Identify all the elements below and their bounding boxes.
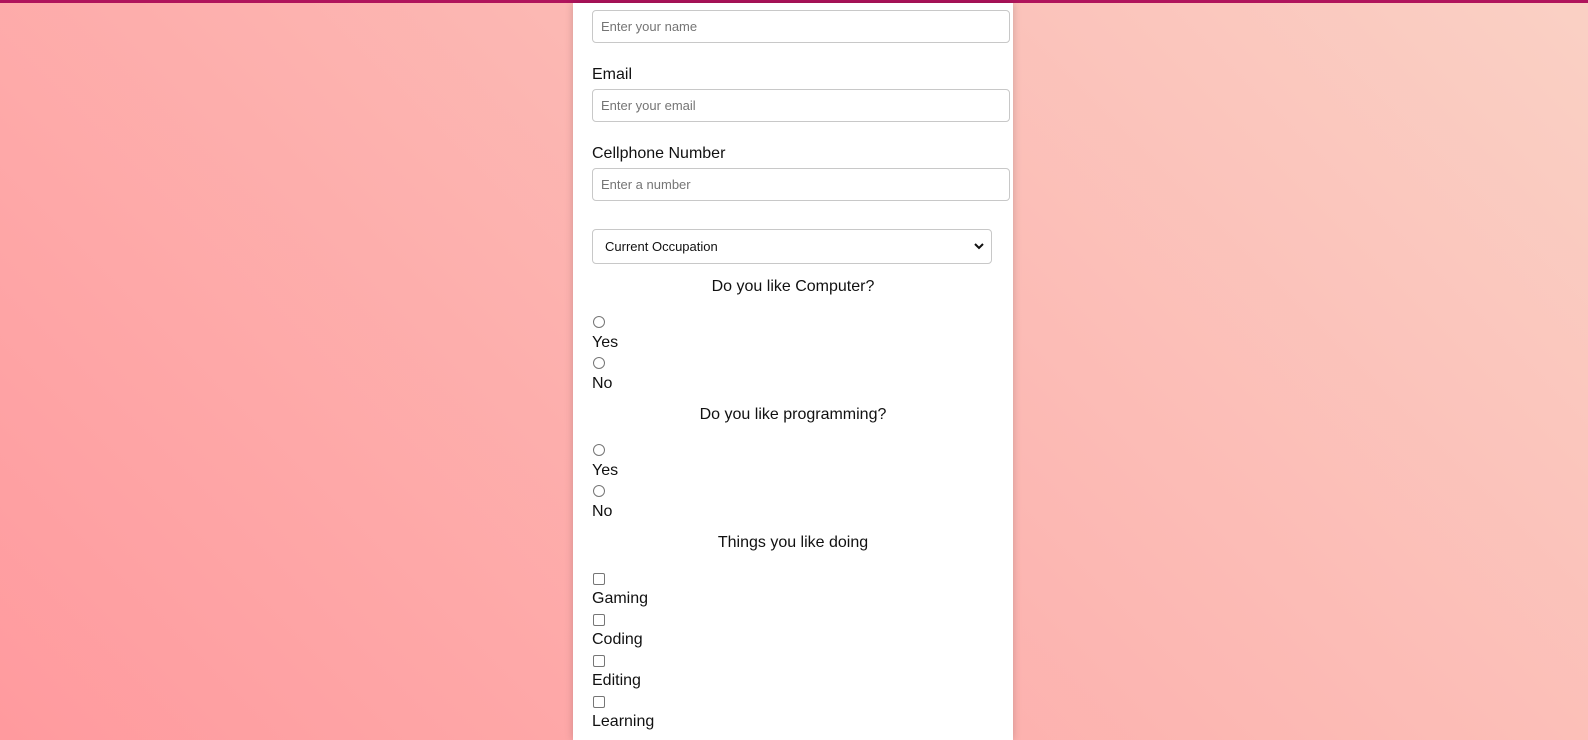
chevron-down-icon [973, 241, 985, 253]
programming-yes-label: Yes [592, 462, 619, 479]
occupation-select-value: Current Occupation [605, 239, 718, 254]
occupation-select[interactable]: Current Occupation [592, 229, 992, 264]
email-input[interactable] [592, 89, 1010, 122]
learning-label: Learning [592, 713, 655, 730]
question-computer: Do you like Computer? [711, 278, 875, 295]
question-programming: Do you like programming? [699, 406, 887, 423]
computer-no-radio[interactable] [593, 357, 605, 369]
programming-yes-radio[interactable] [593, 444, 605, 456]
computer-yes-radio[interactable] [593, 316, 605, 328]
gaming-checkbox[interactable] [593, 573, 605, 585]
computer-no-label: No [592, 375, 613, 392]
coding-checkbox[interactable] [593, 614, 605, 626]
coding-label: Coding [592, 631, 643, 648]
email-label: Email [592, 66, 633, 83]
computer-yes-label: Yes [592, 334, 619, 351]
learning-checkbox[interactable] [593, 696, 605, 708]
programming-no-label: No [592, 503, 613, 520]
cellphone-label: Cellphone Number [592, 145, 726, 162]
editing-checkbox[interactable] [593, 655, 605, 667]
gaming-label: Gaming [592, 590, 649, 607]
cellphone-input[interactable] [592, 168, 1010, 201]
name-input[interactable] [592, 10, 1010, 43]
editing-label: Editing [592, 672, 641, 689]
programming-no-radio[interactable] [593, 485, 605, 497]
question-things-you-like: Things you like doing [717, 534, 869, 551]
